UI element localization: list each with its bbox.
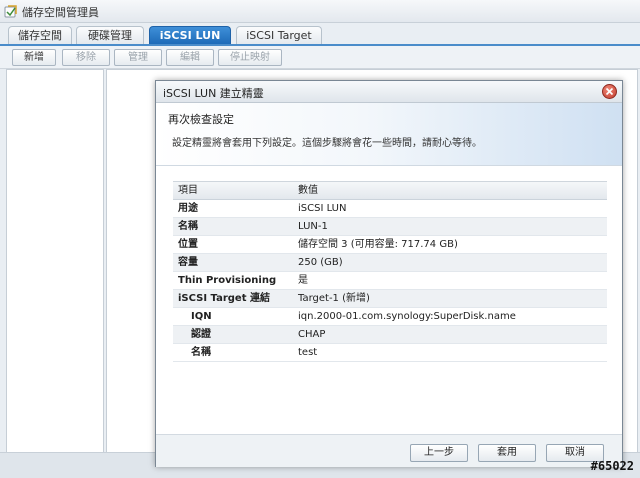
tab-iscsi-lun[interactable]: iSCSI LUN [149,26,231,44]
add-button[interactable]: 新增 [12,49,56,66]
row-value: iSCSI LUN [298,203,347,214]
table-row: IQN iqn.2000-01.com.synology:SuperDisk.n… [173,308,607,326]
table-row: 位置 儲存空間 3 (可用容量: 717.74 GB) [173,236,607,254]
row-value: CHAP [298,329,326,340]
table-row: 名稱 LUN-1 [173,218,607,236]
settings-summary-table: 項目 數值 用途 iSCSI LUN 名稱 LUN-1 位置 儲存空間 3 (可… [173,181,607,362]
table-row: 認證 CHAP [173,326,607,344]
back-button[interactable]: 上一步 [410,444,468,462]
dialog-titlebar: iSCSI LUN 建立精靈 [156,81,622,103]
dialog-footer: 上一步 套用 取消 [156,434,622,467]
table-row: Thin Provisioning 是 [173,272,607,290]
toolbar: 新增 移除 管理 編輯 停止映射 [0,46,640,69]
remove-button[interactable]: 移除 [62,49,110,66]
edit-button[interactable]: 編輯 [166,49,214,66]
row-key: 位置 [178,239,198,250]
row-key: 名稱 [191,347,211,358]
row-key: 名稱 [178,221,198,232]
tab-iscsi-target[interactable]: iSCSI Target [236,26,322,44]
stop-mapping-button[interactable]: 停止映射 [218,49,282,66]
row-key: 用途 [178,203,198,214]
row-key: IQN [191,311,212,322]
manage-button[interactable]: 管理 [114,49,162,66]
row-value: 儲存空間 3 (可用容量: 717.74 GB) [298,239,458,250]
table-row: iSCSI Target 連結 Target-1 (新增) [173,290,607,308]
close-icon[interactable] [602,84,617,99]
column-header-value: 數值 [298,185,318,196]
lun-list-panel[interactable] [6,69,104,453]
row-value: test [298,347,318,358]
row-key: 容量 [178,257,198,268]
storage-manager-icon [4,4,18,18]
table-row: 名稱 test [173,344,607,362]
apply-button[interactable]: 套用 [478,444,536,462]
row-value: 250 (GB) [298,257,343,268]
iscsi-lun-wizard-dialog: iSCSI LUN 建立精靈 再次檢查設定 設定精靈將會套用下列設定。這個步驟將… [155,80,623,467]
row-value: LUN-1 [298,221,328,232]
step-description: 設定精靈將會套用下列設定。這個步驟將會花一些時間，請耐心等待。 [172,138,482,149]
watermark-id: #65022 [590,459,634,473]
row-key: Thin Provisioning [178,275,277,286]
table-row: 用途 iSCSI LUN [173,200,607,218]
dialog-title: iSCSI LUN 建立精靈 [163,87,264,100]
tab-storage-space[interactable]: 儲存空間 [8,26,72,44]
window-titlebar: 儲存空間管理員 [0,0,640,23]
column-header-item: 項目 [178,185,198,196]
step-heading: 再次檢查設定 [168,113,234,126]
row-key: iSCSI Target 連結 [178,293,270,304]
table-row: 容量 250 (GB) [173,254,607,272]
row-key: 認證 [191,329,211,340]
row-value: 是 [298,275,308,286]
row-value: iqn.2000-01.com.synology:SuperDisk.name [298,311,516,322]
tab-disk-management[interactable]: 硬碟管理 [76,26,144,44]
wizard-step-banner: 再次檢查設定 設定精靈將會套用下列設定。這個步驟將會花一些時間，請耐心等待。 [156,103,622,166]
row-value: Target-1 (新增) [298,293,370,304]
app-title: 儲存空間管理員 [22,6,99,19]
table-header-row: 項目 數值 [173,182,607,200]
